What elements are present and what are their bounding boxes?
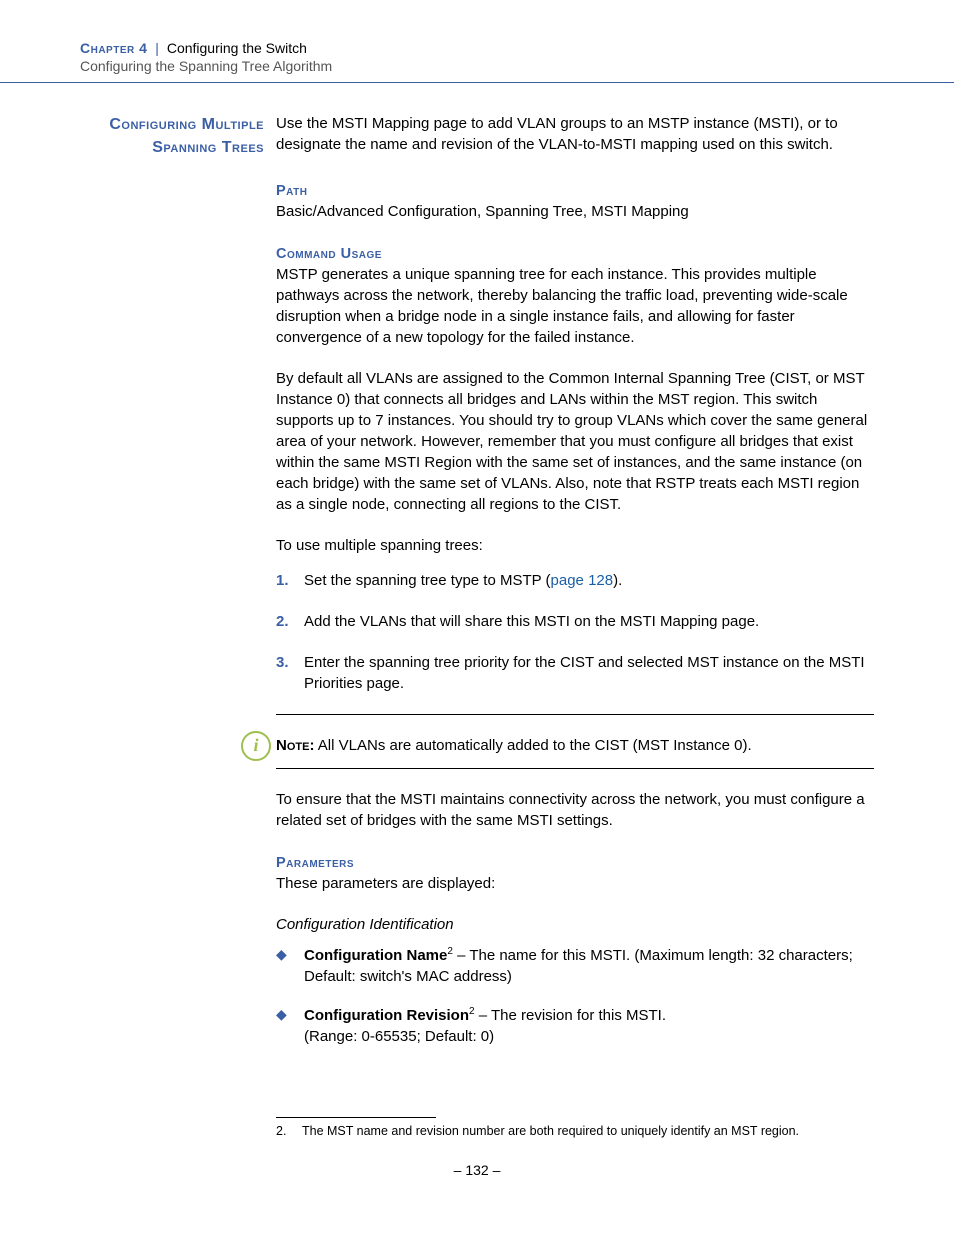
note-content: Note: All VLANs are automatically added … — [276, 723, 874, 768]
parameters-group-title: Configuration Identification — [276, 914, 874, 935]
step-number: 1. — [276, 570, 304, 591]
parameters-intro: These parameters are displayed: — [276, 873, 874, 894]
footnote-number: 2. — [276, 1124, 302, 1138]
diamond-bullet-icon: ◆ — [276, 1005, 304, 1047]
header-section: Configuring the Switch — [167, 40, 307, 56]
step-item: 2. Add the VLANs that will share this MS… — [276, 611, 874, 632]
footnote: 2. The MST name and revision number are … — [276, 1124, 874, 1138]
side-heading: Configuring Multiple Spanning Trees — [80, 113, 276, 159]
step-body: Enter the spanning tree priority for the… — [304, 652, 874, 694]
footnote-text: The MST name and revision number are bot… — [302, 1124, 799, 1138]
note-label: Note: — [276, 737, 314, 754]
note-block: i Note: All VLANs are automatically adde… — [236, 723, 874, 768]
step-number: 2. — [276, 611, 304, 632]
command-usage-heading: Command Usage — [276, 246, 874, 262]
step-body: Add the VLANs that will share this MSTI … — [304, 611, 874, 632]
note-rule-top — [276, 714, 874, 715]
step-number: 3. — [276, 652, 304, 694]
step-item: 3. Enter the spanning tree priority for … — [276, 652, 874, 694]
page-number: – 132 – — [80, 1162, 874, 1178]
parameter-name: Configuration Revision — [304, 1007, 469, 1024]
step-body: Set the spanning tree type to MSTP (page… — [304, 570, 874, 591]
page-link[interactable]: page 128 — [551, 572, 614, 589]
parameters-heading: Parameters — [276, 855, 874, 871]
parameter-body: Configuration Revision2 – The revision f… — [304, 1005, 874, 1047]
parameter-item: ◆ Configuration Revision2 – The revision… — [276, 1005, 874, 1047]
step-item: 1. Set the spanning tree type to MSTP (p… — [276, 570, 874, 591]
note-icon-wrap: i — [236, 731, 276, 761]
chapter-label: Chapter 4 — [80, 40, 147, 56]
steps-list: 1. Set the spanning tree type to MSTP (p… — [276, 570, 874, 694]
command-usage-p2: By default all VLANs are assigned to the… — [276, 368, 874, 515]
step-text-pre: Set the spanning tree type to MSTP ( — [304, 572, 551, 589]
path-text: Basic/Advanced Configuration, Spanning T… — [276, 201, 874, 222]
intro-paragraph: Use the MSTI Mapping page to add VLAN gr… — [276, 113, 874, 155]
document-page: Chapter 4 | Configuring the Switch Confi… — [0, 0, 954, 1235]
step-text-post: ). — [613, 572, 622, 589]
command-usage-p3: To use multiple spanning trees: — [276, 535, 874, 556]
header-subsection: Configuring the Spanning Tree Algorithm — [80, 58, 874, 74]
header-divider: | — [155, 40, 159, 56]
parameter-name: Configuration Name — [304, 947, 447, 964]
footnote-rule — [276, 1117, 436, 1118]
note-rule-bottom — [276, 768, 874, 769]
command-usage-p1: MSTP generates a unique spanning tree fo… — [276, 264, 874, 348]
page-header: Chapter 4 | Configuring the Switch Confi… — [0, 0, 954, 83]
body-area: Configuring Multiple Spanning Trees Use … — [0, 83, 954, 1178]
parameter-desc-line2: (Range: 0-65535; Default: 0) — [304, 1028, 494, 1045]
content-column: Path Basic/Advanced Configuration, Spann… — [276, 183, 874, 694]
header-top-line: Chapter 4 | Configuring the Switch — [80, 40, 874, 56]
parameter-desc-line1: – The revision for this MSTI. — [475, 1007, 666, 1024]
note-text: All VLANs are automatically added to the… — [314, 737, 751, 754]
section-intro-row: Configuring Multiple Spanning Trees Use … — [80, 113, 874, 159]
parameter-item: ◆ Configuration Name2 – The name for thi… — [276, 945, 874, 987]
info-icon: i — [241, 731, 271, 761]
diamond-bullet-icon: ◆ — [276, 945, 304, 987]
parameters-list: ◆ Configuration Name2 – The name for thi… — [276, 945, 874, 1047]
path-heading: Path — [276, 183, 874, 199]
after-note-paragraph: To ensure that the MSTI maintains connec… — [276, 789, 874, 831]
content-column-2: To ensure that the MSTI maintains connec… — [276, 789, 874, 1138]
parameter-body: Configuration Name2 – The name for this … — [304, 945, 874, 987]
